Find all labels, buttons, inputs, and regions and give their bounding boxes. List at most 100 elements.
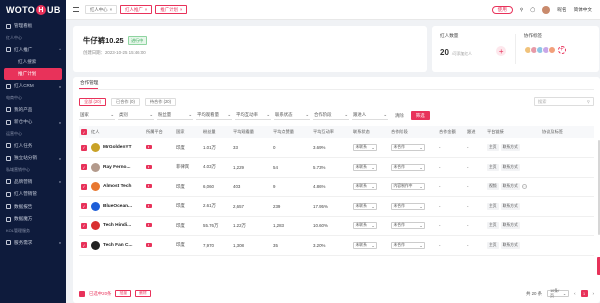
- contact-status-select[interactable]: 未联系 ⌄: [353, 222, 377, 230]
- influencer-cell[interactable]: Almost Tech: [91, 182, 144, 192]
- sidebar-item[interactable]: 新仓中心 v: [0, 116, 66, 129]
- row-checkbox[interactable]: ✓: [81, 242, 87, 249]
- cooperation-stage-select[interactable]: 内容制作中 ⌄: [391, 183, 425, 191]
- contact-status-select[interactable]: 未联系 ⌄: [353, 183, 377, 191]
- filter-button[interactable]: 筛选: [410, 111, 430, 120]
- row-checkbox[interactable]: ✓: [81, 164, 87, 171]
- filter-pill[interactable]: 已合作 (0): [111, 97, 140, 106]
- filter-select[interactable]: 联系状态 ⌄: [274, 111, 310, 120]
- search-icon[interactable]: ⚲: [520, 7, 523, 13]
- platform-link[interactable]: 主页: [487, 241, 499, 249]
- filter-pill[interactable]: 待合作 (20): [144, 97, 177, 106]
- influencer-cell[interactable]: Tech Fan C...: [91, 240, 144, 250]
- platform-link[interactable]: 联系方式: [500, 183, 520, 191]
- tab-0[interactable]: 红人中心 ×: [85, 5, 118, 14]
- language-select[interactable]: 简体中文: [574, 7, 592, 13]
- tab-cooperation-management[interactable]: 合作管理: [79, 80, 99, 89]
- row-checkbox[interactable]: ✓: [81, 183, 87, 190]
- page-size-select[interactable]: 10条/页 ⌄: [547, 289, 570, 298]
- sidebar-subitem[interactable]: 红人搜索: [0, 56, 66, 68]
- sidebar-item[interactable]: 数据报告: [0, 201, 66, 214]
- sidebar-item[interactable]: 管理看板: [0, 20, 66, 33]
- platform-link[interactable]: 视频: [487, 183, 499, 191]
- platform-link[interactable]: 主页: [487, 222, 499, 230]
- platform-link[interactable]: 联系方式: [500, 144, 520, 151]
- influencer-name[interactable]: Almost Tech: [103, 184, 131, 189]
- row-checkbox[interactable]: ✓: [81, 144, 87, 151]
- cooperation-stage-select[interactable]: 未合作 ⌄: [391, 144, 425, 151]
- filter-pill[interactable]: 全部 (20): [79, 97, 106, 106]
- filter-select[interactable]: 合作阶段 ⌄: [313, 111, 349, 120]
- influencer-name[interactable]: MrGoldenYT: [103, 145, 132, 150]
- cooperation-stage-select[interactable]: 未合作 ⌄: [391, 163, 425, 171]
- table-row[interactable]: ✓ Tech Hindi... 印度 55.76万 1.22万 1,283 10.60% 未联…: [79, 216, 594, 236]
- filter-select[interactable]: 跟进人 ⌄: [352, 111, 388, 120]
- more-icon[interactable]: …: [521, 183, 527, 189]
- filter-select[interactable]: 平均互动率 ⌄: [235, 111, 271, 120]
- notification-icon[interactable]: ◯: [530, 7, 535, 13]
- influencer-cell[interactable]: MrGoldenYT: [91, 143, 144, 152]
- influencer-cell[interactable]: BlueOcean...: [91, 201, 144, 211]
- table-row[interactable]: ✓ Ray Ferno... 菲律宾 4.03万 1,229 54 5.73% 未联系 ⌄ 未合作…: [79, 157, 594, 178]
- filter-select[interactable]: 粉丝量 ⌄: [157, 111, 193, 120]
- reset-button[interactable]: 清除: [391, 113, 408, 119]
- table-row[interactable]: ✓ Almost Tech 印度 6,060 403 9 4.86% 未联系 ⌄ 内容制作中 ⌄ - -…: [79, 177, 594, 197]
- filter-select[interactable]: 平均观看量 ⌄: [196, 111, 232, 120]
- platform-link[interactable]: 联系方式: [500, 241, 520, 249]
- sidebar-item[interactable]: 独立站分销 v: [0, 152, 66, 165]
- sidebar-subitem[interactable]: 推广计划: [4, 68, 62, 80]
- contact-status-select[interactable]: 未联系 ⌄: [353, 163, 377, 171]
- platform-link[interactable]: 联系方式: [500, 202, 520, 210]
- sidebar-item[interactable]: 我的产品: [0, 104, 66, 117]
- platform-link[interactable]: 联系方式: [500, 163, 520, 171]
- influencer-name[interactable]: Tech Hindi...: [103, 223, 131, 228]
- influencer-cell[interactable]: Tech Hindi...: [91, 221, 144, 231]
- table-row[interactable]: ✓ Tech Fan C... 印度 7,970 1,308 35 3.20% 未联系 ⌄ 未合作…: [79, 235, 594, 256]
- logo[interactable]: WOTO H UB: [0, 0, 66, 20]
- next-page-icon[interactable]: ›: [593, 291, 594, 296]
- select-all-checkbox[interactable]: ✓: [81, 129, 87, 135]
- platform-link[interactable]: 联系方式: [500, 222, 520, 230]
- help-button[interactable]: 使用: [491, 5, 513, 14]
- contact-status-select[interactable]: 未联系 ⌄: [353, 241, 377, 249]
- influencer-name[interactable]: Ray Ferno...: [103, 165, 130, 170]
- tab-2[interactable]: 推广计划 ×: [155, 5, 188, 14]
- influencer-cell[interactable]: Ray Ferno...: [91, 162, 144, 172]
- influencer-name[interactable]: BlueOcean...: [103, 204, 132, 209]
- batch-button[interactable]: 批量: [115, 290, 132, 297]
- footer-checkbox[interactable]: [79, 290, 85, 297]
- filter-select[interactable]: 类别 ⌄: [118, 111, 154, 120]
- sidebar-item[interactable]: 红人CRM v: [0, 80, 66, 93]
- platform-link[interactable]: 主页: [487, 202, 499, 210]
- close-icon[interactable]: ×: [110, 7, 113, 12]
- contact-status-select[interactable]: 未联系 ⌄: [353, 202, 377, 210]
- sidebar-item[interactable]: 数据魔方: [0, 213, 66, 226]
- contact-status-select[interactable]: 未联系 ⌄: [353, 144, 377, 151]
- cooperation-stage-select[interactable]: 未合作 ⌄: [391, 202, 425, 210]
- prev-page-icon[interactable]: ‹: [574, 291, 575, 296]
- cooperation-stage-select[interactable]: 未合作 ⌄: [391, 222, 425, 230]
- sidebar-item[interactable]: 服务需求 v: [0, 237, 66, 250]
- platform-link[interactable]: 主页: [487, 163, 499, 171]
- influencer-name[interactable]: Tech Fan C...: [103, 243, 133, 248]
- table-row[interactable]: ✓ MrGoldenYT 印度 1.01万 33 0 3.69% 未联系 ⌄ 未合作 ⌄ - - 主页 联系…: [79, 138, 594, 158]
- sidebar-item[interactable]: 红人任务: [0, 140, 66, 153]
- page-number[interactable]: 1: [580, 290, 588, 297]
- search-input[interactable]: 搜索 ⚲: [534, 97, 594, 106]
- tag-avatar[interactable]: [547, 46, 556, 54]
- filter-select[interactable]: 国家 ⌄: [79, 111, 115, 120]
- row-checkbox[interactable]: ✓: [81, 203, 87, 210]
- tab-1[interactable]: 红人推广 ×: [120, 5, 153, 14]
- platform-link[interactable]: 主页: [487, 144, 499, 151]
- delete-button[interactable]: 删除: [135, 290, 151, 297]
- user-name[interactable]: 昵名: [557, 7, 566, 13]
- close-icon[interactable]: ×: [180, 7, 183, 12]
- cooperation-stage-select[interactable]: 未合作 ⌄: [391, 241, 425, 249]
- avatar[interactable]: [542, 5, 551, 14]
- table-row[interactable]: ✓ BlueOcean... 印度 2.61万 2,657 239 17.95% 未联系 ⌄ 未合…: [79, 196, 594, 217]
- add-tag-icon[interactable]: +: [557, 46, 566, 54]
- sidebar-item[interactable]: 红人营销管: [0, 188, 66, 201]
- row-checkbox[interactable]: ✓: [81, 222, 87, 229]
- menu-toggle-icon[interactable]: [73, 7, 79, 12]
- sidebar-item[interactable]: 红人推广 ^: [0, 44, 66, 57]
